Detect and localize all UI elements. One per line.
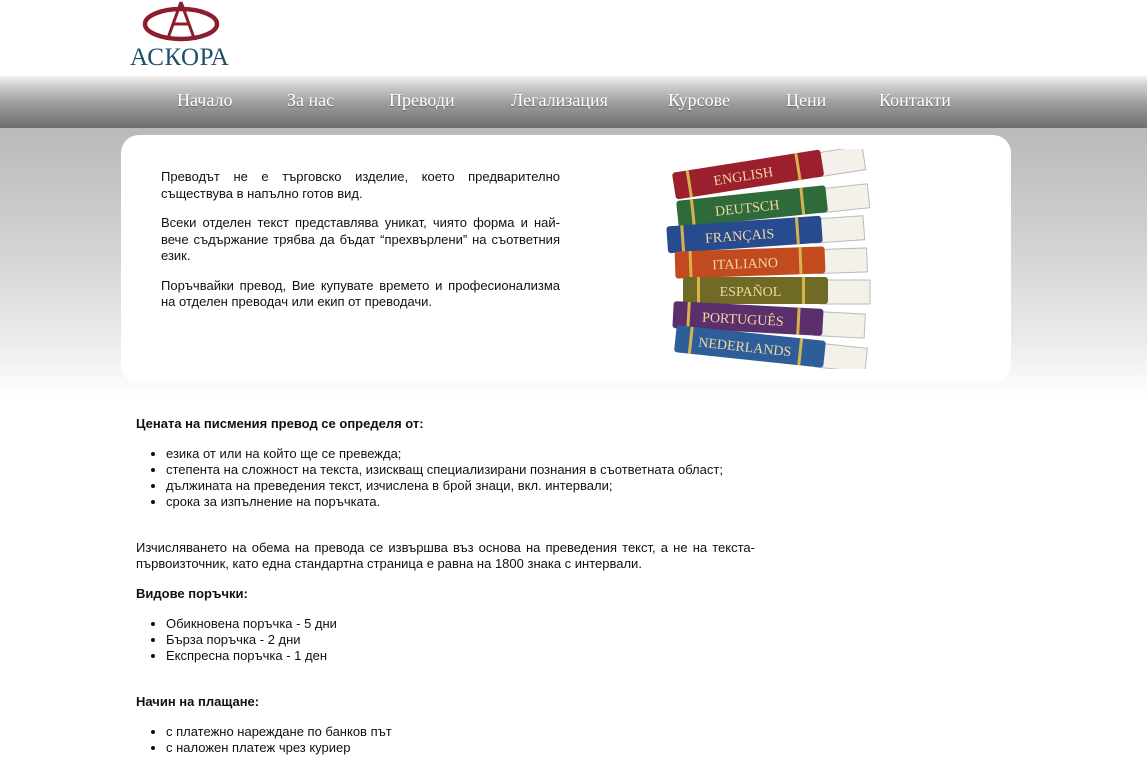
language-books-image: ENGLISHDEUTSCHFRANÇAISITALIANOESPAÑOLPOR… [666, 149, 871, 369]
pricing-heading: Цената на писмения превод се определя от… [136, 416, 424, 431]
list-item: Обикновена поръчка - 5 дни [166, 616, 755, 632]
pricing-factors-list: езика от или на който ще се превежда; ст… [136, 446, 755, 510]
nav-item-about[interactable]: За нас [287, 90, 334, 111]
main-navigation: Начало За нас Преводи Легализация Курсов… [0, 76, 1147, 128]
list-item: езика от или на който ще се превежда; [166, 446, 755, 462]
nav-item-translations[interactable]: Преводи [389, 90, 455, 111]
main-content: Цената на писмения превод се определя от… [136, 416, 755, 756]
book-label: ESPAÑOL [720, 284, 782, 300]
payment-method-heading: Начин на плащане: [136, 694, 260, 709]
order-types-list: Обикновена поръчка - 5 дни Бърза поръчка… [136, 616, 755, 664]
order-types-heading: Видове поръчки: [136, 586, 248, 601]
book-español: ESPAÑOL [683, 277, 871, 305]
nav-item-prices[interactable]: Цени [786, 90, 826, 111]
intro-paragraph-3: Поръчвайки превод, Вие купувате времето … [161, 277, 560, 310]
list-item: дължината на преведения текст, изчислена… [166, 478, 755, 494]
company-logo-text[interactable]: АСКОРА [130, 44, 229, 72]
list-item: срока за изпълнение на поръчката. [166, 494, 755, 510]
intro-panel: Преводът не е търговско изделие, което п… [121, 135, 1011, 383]
site-header: АСКОРА [0, 0, 1147, 76]
nav-item-contacts[interactable]: Контакти [879, 90, 951, 111]
list-item: Експресна поръчка - 1 ден [166, 648, 755, 664]
nav-item-courses[interactable]: Курсове [668, 90, 730, 111]
nav-item-home[interactable]: Начало [177, 90, 232, 111]
book-label: ITALIANO [712, 256, 778, 273]
intro-paragraph-2: Всеки отделен текст представлява уникат,… [161, 215, 560, 263]
list-item: Бърза поръчка - 2 дни [166, 632, 755, 648]
intro-paragraph-1: Преводът не е търговско изделие, което п… [161, 169, 560, 201]
payment-methods-list: с платежно нареждане по банков път с нал… [136, 724, 755, 756]
list-item: с платежно нареждане по банков път [166, 724, 755, 740]
list-item: степента на сложност на текста, изискващ… [166, 462, 755, 478]
list-item: с наложен платеж чрез куриер [166, 740, 755, 756]
nav-item-legalization[interactable]: Легализация [511, 90, 608, 111]
volume-calculation-text: Изчисляването на обема на превода се изв… [136, 540, 755, 571]
intro-text: Преводът не е търговско изделие, което п… [161, 169, 560, 324]
